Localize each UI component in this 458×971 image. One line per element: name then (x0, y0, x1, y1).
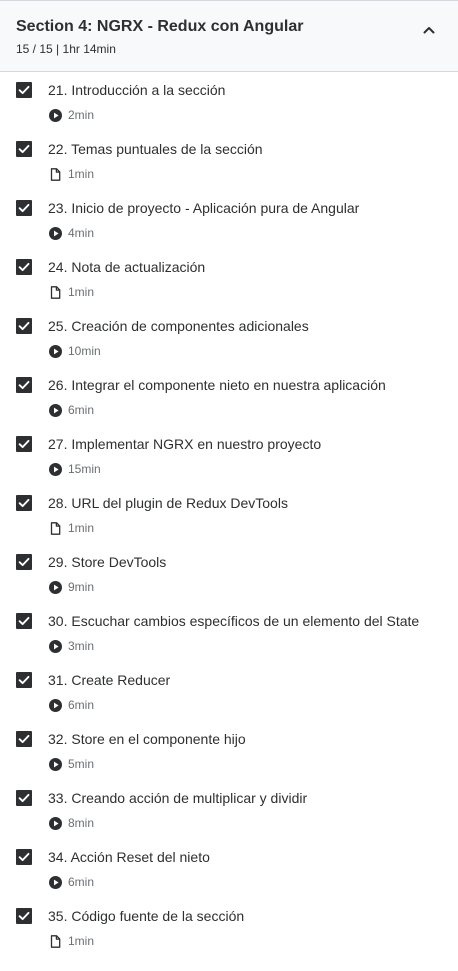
lecture-item[interactable]: 23. Inicio de proyecto - Aplicación pura… (0, 190, 458, 249)
completed-checkbox[interactable] (16, 377, 32, 393)
lecture-title: 35. Código fuente de la sección (48, 908, 245, 924)
play-icon (49, 463, 62, 476)
lecture-item[interactable]: 25. Creación de componentes adicionales 1… (0, 308, 458, 367)
lecture-title: 22. Temas puntuales de la sección (48, 141, 263, 157)
lecture-item[interactable]: 35. Código fuente de la sección 1min (0, 898, 458, 957)
play-icon (49, 876, 62, 889)
lecture-item[interactable]: 29. Store DevTools 9min (0, 544, 458, 603)
completed-checkbox[interactable] (16, 141, 32, 157)
lecture-title: 21. Introducción a la sección (48, 82, 226, 98)
document-icon (49, 286, 62, 299)
lecture-title: 30. Escuchar cambios específicos de un e… (48, 613, 420, 629)
lecture-title: 28. URL del plugin de Redux DevTools (48, 495, 288, 511)
lecture-duration: 10min (68, 344, 101, 358)
document-icon (49, 935, 62, 948)
completed-checkbox[interactable] (16, 436, 32, 452)
section-title: Section 4: NGRX - Redux con Angular (16, 18, 304, 35)
document-icon (49, 522, 62, 535)
lecture-item[interactable]: 30. Escuchar cambios específicos de un e… (0, 603, 458, 662)
lecture-title: 24. Nota de actualización (48, 259, 206, 275)
completed-checkbox[interactable] (16, 200, 32, 216)
play-icon (49, 581, 62, 594)
chevron-up-icon[interactable] (422, 23, 436, 37)
completed-checkbox[interactable] (16, 318, 32, 334)
completed-checkbox[interactable] (16, 554, 32, 570)
lecture-duration: 4min (68, 226, 95, 240)
play-icon (49, 699, 62, 712)
lecture-item[interactable]: 33. Creando acción de multiplicar y divi… (0, 780, 458, 839)
play-icon (49, 109, 62, 122)
completed-checkbox[interactable] (16, 672, 32, 688)
lecture-list: 21. Introducción a la sección 2min 22. Tem… (0, 72, 458, 957)
lecture-duration: 1min (68, 167, 95, 181)
play-icon (49, 345, 62, 358)
lecture-duration: 5min (68, 757, 95, 771)
lecture-item[interactable]: 24. Nota de actualización 1min (0, 249, 458, 308)
lecture-item[interactable]: 32. Store en el componente hijo 5min (0, 721, 458, 780)
lecture-duration: 6min (68, 875, 95, 889)
lecture-title: 33. Creando acción de multiplicar y divi… (48, 790, 308, 806)
lecture-duration: 3min (68, 639, 95, 653)
lecture-title: 29. Store DevTools (48, 554, 167, 570)
play-icon (49, 404, 62, 417)
lecture-title: 23. Inicio de proyecto - Aplicación pura… (48, 200, 360, 216)
lecture-duration: 2min (68, 108, 95, 122)
lecture-item[interactable]: 28. URL del plugin de Redux DevTools 1min (0, 485, 458, 544)
lecture-duration: 6min (68, 698, 95, 712)
lecture-duration: 8min (68, 816, 95, 830)
lecture-duration: 6min (68, 403, 95, 417)
completed-checkbox[interactable] (16, 495, 32, 511)
section-meta: 15 / 15 | 1hr 14min (16, 41, 442, 57)
lecture-item[interactable]: 31. Create Reducer 6min (0, 662, 458, 721)
play-icon (49, 227, 62, 240)
lecture-duration: 15min (68, 462, 101, 476)
completed-checkbox[interactable] (16, 908, 32, 924)
lecture-title: 26. Integrar el componente nieto en nues… (48, 377, 386, 393)
play-icon (49, 640, 62, 653)
lecture-title: 25. Creación de componentes adicionales (48, 318, 309, 334)
section-meta-separator: | (56, 42, 60, 56)
lecture-item[interactable]: 22. Temas puntuales de la sección 1min (0, 131, 458, 190)
lecture-duration: 1min (68, 521, 95, 535)
lecture-title: 34. Acción Reset del nieto (48, 849, 210, 865)
section-progress: 15 / 15 (16, 42, 53, 56)
completed-checkbox[interactable] (16, 259, 32, 275)
section-header[interactable]: Section 4: NGRX - Redux con Angular 15 /… (0, 0, 458, 72)
lecture-duration: 9min (68, 580, 95, 594)
lecture-title: 31. Create Reducer (48, 672, 171, 688)
document-icon (49, 168, 62, 181)
lecture-item[interactable]: 27. Implementar NGRX en nuestro proyecto… (0, 426, 458, 485)
lecture-item[interactable]: 34. Acción Reset del nieto 6min (0, 839, 458, 898)
completed-checkbox[interactable] (16, 613, 32, 629)
lecture-title: 27. Implementar NGRX en nuestro proyecto (48, 436, 322, 452)
completed-checkbox[interactable] (16, 790, 32, 806)
lecture-title: 32. Store en el componente hijo (48, 731, 246, 747)
completed-checkbox[interactable] (16, 731, 32, 747)
completed-checkbox[interactable] (16, 82, 32, 98)
lecture-item[interactable]: 26. Integrar el componente nieto en nues… (0, 367, 458, 426)
play-icon (49, 817, 62, 830)
completed-checkbox[interactable] (16, 849, 32, 865)
play-icon (49, 758, 62, 771)
section-total-duration: 1hr 14min (62, 42, 116, 56)
lecture-item[interactable]: 21. Introducción a la sección 2min (0, 72, 458, 131)
lecture-duration: 1min (68, 285, 95, 299)
lecture-duration: 1min (68, 934, 95, 948)
